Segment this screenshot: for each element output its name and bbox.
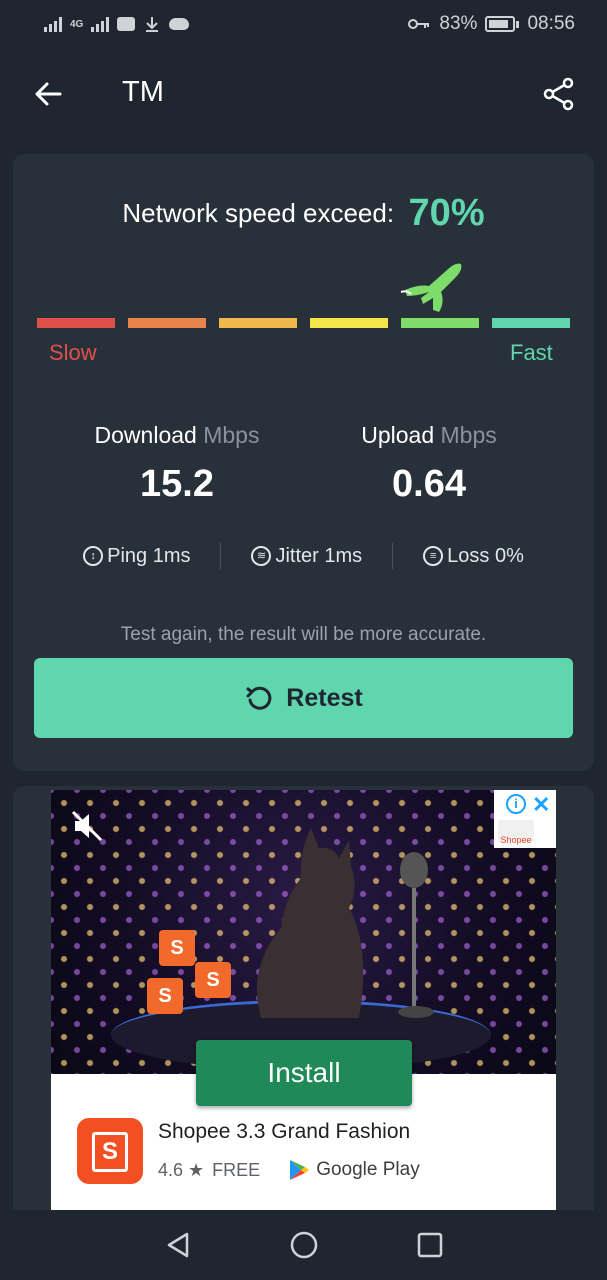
app-bar: TM [0,48,607,140]
download-stat: Download Mbps 15.2 [47,422,307,506]
jitter-icon: ≋ [251,546,272,566]
nav-recents-icon[interactable] [415,1230,445,1260]
battery-percent: 83% [439,13,478,34]
app-rating: 4.6 ★ [158,1159,205,1180]
fast-label: Fast [510,340,553,365]
google-play-badge: Google Play [288,1158,420,1182]
app-icon[interactable]: S [77,1118,143,1184]
youtube-icon [117,17,136,31]
meter-segment [492,318,570,328]
shopee-bag-icon: S [147,978,183,1014]
shopee-logo-icon: S [92,1132,128,1172]
ad-card: S S S i ✕ Shopee Install S Shopee 3.3 Gr… [13,786,594,1210]
arrow-left-icon[interactable] [30,76,66,112]
signal-icon [44,16,62,32]
mute-icon[interactable] [69,808,105,844]
retest-hint: Test again, the result will be more accu… [120,624,487,645]
ping-metric: ↕ Ping 1ms [53,545,220,568]
speed-result-card: Network speed exceed: 70% Slow Fast Down… [13,154,594,771]
google-play-icon [290,1160,310,1180]
airplane-icon [400,263,462,312]
install-button[interactable]: Install [196,1040,412,1106]
signal-icon-2 [91,16,110,32]
clock: 08:56 [527,13,575,34]
exceed-label: Network speed exceed: [122,198,395,228]
exceed-value: 70% [408,192,485,234]
metrics-row: ↕ Ping 1ms ≋ Jitter 1ms ≡ Loss 0% [13,542,594,570]
shopee-bag-icon: S [195,962,231,998]
ping-icon: ↕ [83,546,104,566]
status-right-icons: 83% 08:56 [407,13,575,35]
network-type: 4G [70,18,84,30]
microphone-image [398,852,434,1018]
page-title: TM [122,76,164,108]
download-label: Download [94,422,197,448]
meter-segment [219,318,297,328]
retest-button[interactable]: Retest [34,658,573,738]
app-meta: 4.6 ★ FREE Google Play [158,1158,420,1182]
shopee-bag-icon: S [159,930,195,966]
ad-choices[interactable]: i ✕ Shopee [494,790,556,848]
jitter-metric: ≋ Jitter 1ms [221,545,392,568]
battery-icon [485,16,520,32]
refresh-icon [246,686,272,710]
upload-stat: Upload Mbps 0.64 [299,422,559,506]
nav-back-icon[interactable] [163,1230,193,1260]
meter-segment [401,318,479,328]
app-price: FREE [212,1159,261,1180]
meter-segment [310,318,388,328]
loss-text: Loss 0% [447,544,524,567]
close-icon[interactable]: ✕ [532,792,550,818]
cat-image [256,828,364,1018]
ping-text: Ping 1ms [107,544,191,567]
retest-label: Retest [286,683,363,712]
info-icon[interactable]: i [506,794,526,814]
speed-meter [37,318,570,328]
ad-media[interactable]: S S S i ✕ Shopee [51,790,556,1074]
app-name[interactable]: Shopee 3.3 Grand Fashion [158,1120,410,1144]
upload-value: 0.64 [392,463,466,505]
key-icon [408,19,430,29]
nav-home-icon[interactable] [289,1230,319,1260]
share-icon[interactable] [541,76,577,112]
jitter-text: Jitter 1ms [275,544,363,567]
meter-segment [37,318,115,328]
slow-label: Slow [49,340,97,365]
sponsor-badge: Shopee [498,820,534,845]
status-left-icons: 4G [44,15,190,33]
loss-icon: ≡ [423,546,444,566]
store-name: Google Play [316,1159,420,1180]
cloud-icon [169,18,190,30]
download-unit: Mbps [203,422,260,448]
meter-segment [128,318,206,328]
system-nav-bar [0,1210,607,1280]
upload-unit: Mbps [440,422,497,448]
loss-metric: ≡ Loss 0% [393,545,554,568]
status-bar: 4G 83% 08:56 [0,0,607,48]
speed-exceed: Network speed exceed: 70% [13,192,594,235]
download-value: 15.2 [140,463,214,505]
download-icon [146,17,159,32]
upload-label: Upload [361,422,435,448]
